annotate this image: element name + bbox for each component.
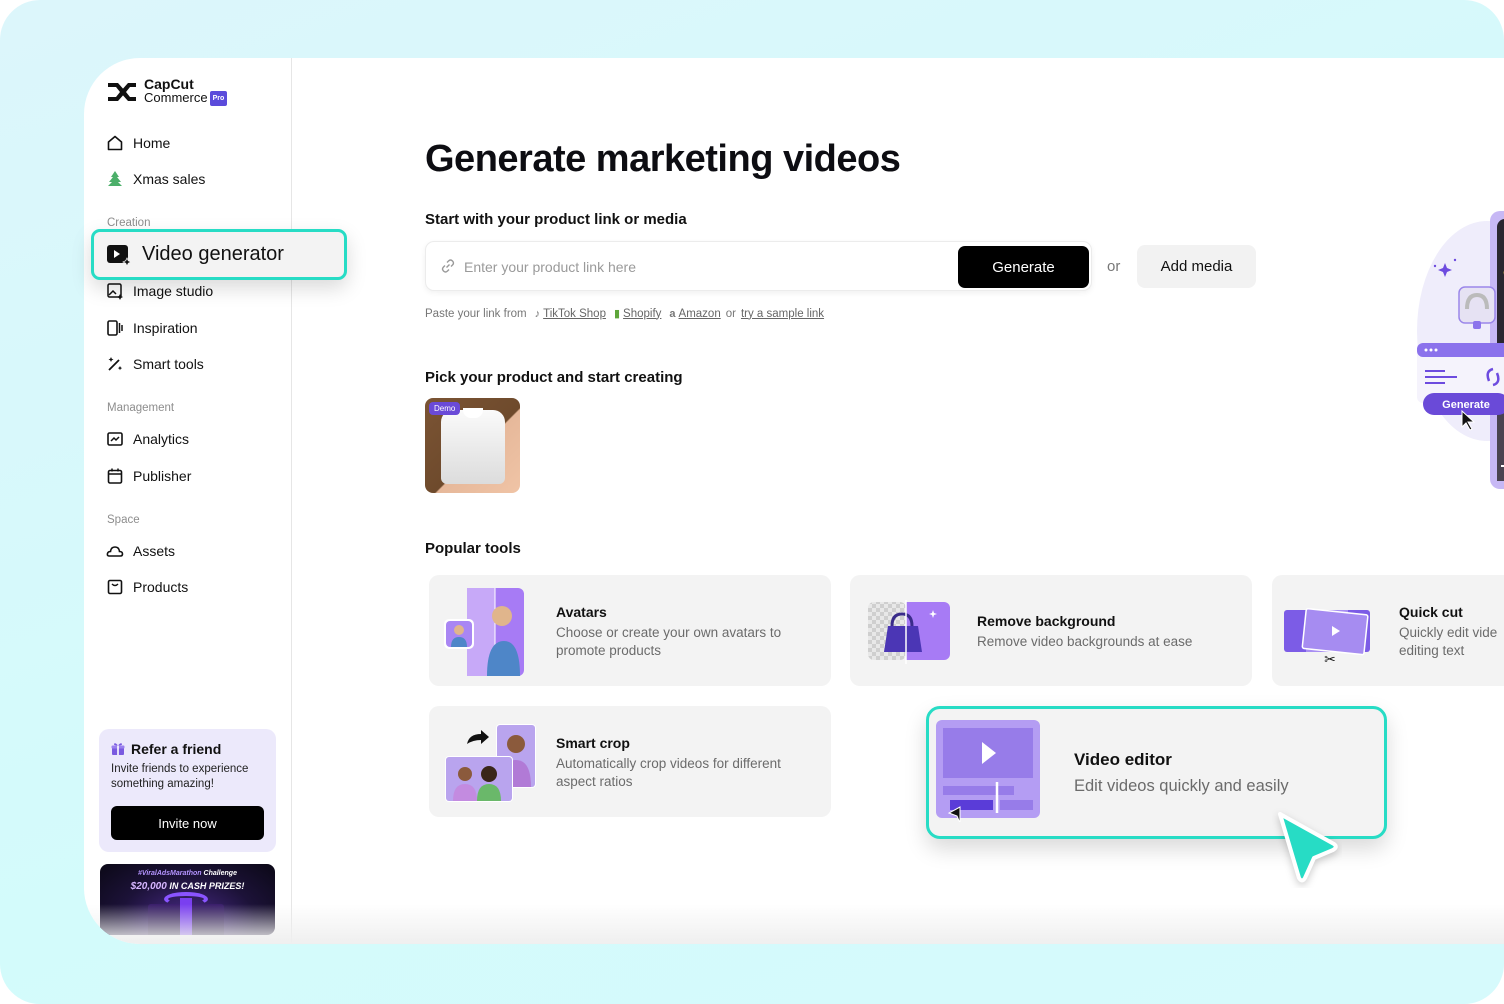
smart-crop-thumbnail bbox=[445, 724, 536, 802]
sidebar-item-publisher[interactable]: Publisher bbox=[106, 465, 191, 487]
analytics-icon bbox=[107, 432, 123, 446]
capcut-logo-icon bbox=[108, 83, 136, 102]
sidebar-item-inspiration[interactable]: Inspiration bbox=[106, 317, 198, 339]
sidebar-item-smart-tools[interactable]: Smart tools bbox=[106, 353, 204, 375]
pick-product-heading: Pick your product and start creating bbox=[425, 369, 683, 386]
section-label-creation: Creation bbox=[107, 217, 151, 229]
gift-bow bbox=[164, 892, 208, 906]
viral-ads-marathon-banner[interactable]: #ViralAdsMarathon Challenge $20,000 IN C… bbox=[100, 864, 275, 935]
tool-card-quick-cut[interactable]: ✂ Quick cut Quickly edit vide editing te… bbox=[1272, 575, 1504, 686]
tool-card-remove-background[interactable]: Remove background Remove video backgroun… bbox=[850, 575, 1252, 686]
cloud-icon bbox=[106, 546, 124, 557]
paste-link-hint: Paste your link from ♪ TikTok Shop ▮ Shopi… bbox=[425, 307, 824, 321]
video-editor-thumbnail bbox=[936, 720, 1040, 822]
shopify-link[interactable]: Shopify bbox=[623, 308, 661, 320]
product-link-field: Generate bbox=[425, 241, 1092, 291]
tool-description: Edit videos quickly and easily bbox=[1074, 777, 1289, 795]
sidebar-item-image-studio[interactable]: Image studio bbox=[106, 280, 213, 302]
promo-prize: IN CASH PRIZES! bbox=[169, 881, 245, 891]
scissors-icon: ✂ bbox=[1324, 652, 1336, 664]
products-icon bbox=[107, 579, 123, 595]
gift-icon bbox=[111, 743, 125, 755]
app-window: CapCut Commerce Pro Home Xmas sales Creat… bbox=[84, 58, 1504, 944]
popular-tools-heading: Popular tools bbox=[425, 540, 521, 557]
tool-description: Choose or create your own avatars to pro… bbox=[556, 625, 782, 658]
sidebar-item-xmas-sales[interactable]: Xmas sales bbox=[106, 168, 205, 190]
amazon-icon: a bbox=[669, 307, 676, 320]
refer-friend-card: Refer a friend Invite friends to experie… bbox=[99, 729, 276, 852]
sidebar-item-assets[interactable]: Assets bbox=[106, 540, 175, 562]
or-label-2: or bbox=[725, 307, 736, 320]
tool-card-smart-crop[interactable]: Smart crop Automatically crop videos for… bbox=[429, 706, 831, 817]
refer-title: Refer a friend bbox=[131, 741, 222, 757]
tool-description: Quickly edit vide editing text bbox=[1399, 625, 1498, 658]
sidebar-item-label: Publisher bbox=[133, 468, 192, 484]
demo-product-shirt[interactable]: Demo bbox=[425, 398, 520, 493]
sample-link[interactable]: try a sample link bbox=[741, 308, 824, 320]
invite-now-button[interactable]: Invite now bbox=[111, 806, 264, 840]
inspiration-icon bbox=[107, 320, 123, 336]
product-link-input[interactable] bbox=[464, 254, 944, 280]
tool-description: Remove video backgrounds at ease bbox=[977, 634, 1193, 649]
cursor-pointer-icon bbox=[1278, 812, 1338, 883]
page-title: Generate marketing videos bbox=[425, 138, 901, 180]
image-studio-icon bbox=[107, 283, 123, 300]
brand-sub: Commerce bbox=[144, 90, 208, 105]
promo-hashtag: #ViralAdsMarathon bbox=[138, 870, 202, 877]
calendar-icon bbox=[107, 468, 123, 484]
refer-description: Invite friends to experience something a… bbox=[111, 763, 249, 790]
tiktok-icon: ♪ bbox=[534, 307, 541, 320]
hero-generate-label: Generate bbox=[1442, 399, 1490, 411]
shopify-icon: ▮ bbox=[613, 308, 621, 320]
magic-wand-icon bbox=[108, 357, 123, 371]
or-label: or bbox=[1107, 258, 1121, 275]
xmas-tree-icon bbox=[108, 171, 122, 186]
section-label-space: Space bbox=[107, 514, 140, 526]
highlight-label: Video generator bbox=[142, 243, 284, 265]
promo-amount: $20,000 bbox=[130, 881, 167, 892]
video-generator-icon bbox=[107, 244, 132, 267]
tool-title: Remove background bbox=[977, 613, 1116, 629]
promo-challenge: Challenge bbox=[203, 870, 237, 877]
sidebar-item-analytics[interactable]: Analytics bbox=[106, 428, 189, 450]
quick-cut-thumbnail: ✂ bbox=[1284, 608, 1370, 664]
tool-card-avatars[interactable]: Avatars Choose or create your own avatar… bbox=[429, 575, 831, 686]
sidebar-item-label: Xmas sales bbox=[133, 171, 206, 187]
section-label-management: Management bbox=[107, 402, 175, 414]
tiktok-shop-link[interactable]: TikTok Shop bbox=[543, 308, 606, 320]
tool-title: Smart crop bbox=[556, 735, 630, 751]
paste-prefix: Paste your link from bbox=[425, 307, 527, 320]
sidebar-item-products[interactable]: Products bbox=[106, 576, 188, 598]
sidebar-item-video-generator-highlight[interactable]: Video generator bbox=[91, 229, 347, 280]
amazon-link[interactable]: Amazon bbox=[679, 308, 721, 320]
tool-title: Quick cut bbox=[1399, 604, 1463, 620]
demo-badge: Demo bbox=[429, 402, 461, 415]
avatars-thumbnail bbox=[444, 588, 524, 676]
main-content: Generate marketing videos Start with you… bbox=[424, 58, 1504, 944]
generate-button[interactable]: Generate bbox=[958, 246, 1089, 288]
sidebar-item-label: Assets bbox=[133, 543, 176, 559]
sidebar-item-label: Inspiration bbox=[133, 320, 198, 336]
link-icon bbox=[441, 259, 455, 273]
sidebar-item-home[interactable]: Home bbox=[106, 132, 170, 154]
sidebar-item-label: Products bbox=[133, 579, 189, 595]
shirt-image bbox=[441, 410, 505, 484]
tool-title: Video editor bbox=[1074, 750, 1172, 769]
add-media-button[interactable]: Add media bbox=[1137, 245, 1256, 288]
pro-badge: Pro bbox=[209, 91, 228, 107]
tool-description: Automatically crop videos for different … bbox=[556, 756, 781, 789]
home-icon bbox=[107, 135, 123, 151]
sidebar-item-label: Image studio bbox=[133, 283, 214, 299]
hero-illustration: Portable Bluetooth Sp only $11.9 30% O bbox=[1417, 211, 1504, 489]
sidebar-item-label: Smart tools bbox=[133, 356, 204, 372]
sidebar: CapCut Commerce Pro Home Xmas sales Creat… bbox=[84, 58, 292, 944]
remove-background-thumbnail bbox=[868, 600, 950, 664]
capcut-commerce-logo[interactable]: CapCut Commerce Pro bbox=[106, 77, 228, 107]
sidebar-item-label: Home bbox=[133, 135, 171, 151]
tool-title: Avatars bbox=[556, 604, 607, 620]
sidebar-item-label: Analytics bbox=[133, 431, 190, 447]
link-section-heading: Start with your product link or media bbox=[425, 211, 687, 228]
